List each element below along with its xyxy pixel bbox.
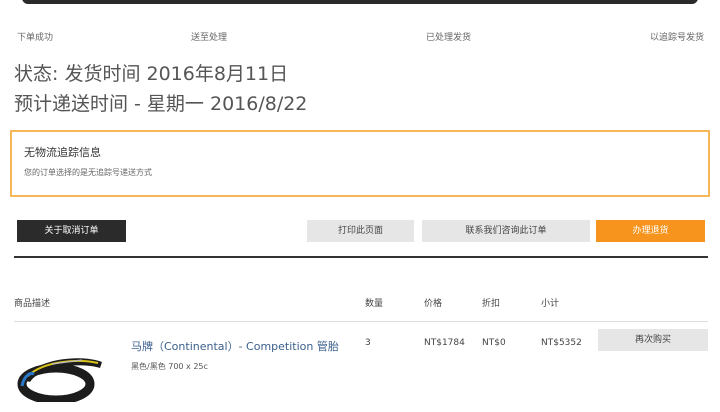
tire-product-image[interactable] <box>12 346 108 402</box>
cancel-order-info-button[interactable]: 关于取消订单 <box>17 220 126 242</box>
section-divider <box>14 256 708 258</box>
tracking-info-box: 无物流追踪信息 您的订单选择的是无追踪号递送方式 <box>10 130 710 197</box>
contact-us-button[interactable]: 联系我们咨询此订单 <box>422 220 590 242</box>
row-subtotal: NT$5352 <box>541 338 582 348</box>
header-quantity: 数量 <box>365 299 384 309</box>
header-description: 商品描述 <box>14 299 51 309</box>
return-request-button[interactable]: 办理退货 <box>596 220 705 242</box>
tracking-description: 您的订单选择的是无追踪号递送方式 <box>24 168 152 177</box>
table-header-divider <box>14 321 708 322</box>
product-name-link[interactable]: 马牌（Continental）- Competition 管胎 <box>131 338 339 354</box>
row-price: NT$1784 <box>424 338 465 348</box>
row-discount: NT$0 <box>482 338 506 348</box>
tracking-title: 无物流追踪信息 <box>24 146 101 159</box>
buy-again-button[interactable]: 再次购买 <box>598 329 708 351</box>
estimated-delivery-heading: 预计递送时间 - 星期一 2016/8/22 <box>14 93 308 115</box>
header-subtotal: 小计 <box>541 299 560 309</box>
progress-step-tracked: 以追踪号发货 <box>650 33 705 43</box>
progress-step-shipped: 已处理发货 <box>426 33 472 43</box>
header-price: 价格 <box>424 299 443 309</box>
order-progress-bar <box>22 0 698 4</box>
progress-step-ordered: 下单成功 <box>17 33 54 43</box>
header-discount: 折扣 <box>482 299 501 309</box>
product-variant: 黑色/黑色 700 x 25c <box>131 362 208 371</box>
progress-step-processing: 送至处理 <box>191 33 228 43</box>
row-quantity: 3 <box>365 338 371 348</box>
order-status-heading: 状态: 发货时间 2016年8月11日 <box>14 63 289 85</box>
print-page-button[interactable]: 打印此页面 <box>307 220 414 242</box>
